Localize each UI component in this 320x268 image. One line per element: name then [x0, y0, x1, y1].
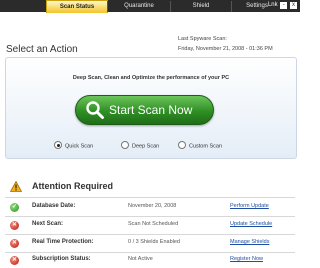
last-scan-info: Last Spyware Scan: Friday, November 21, …	[178, 34, 273, 54]
status-row-subscription: ✕ Subscription Status: Not Active Regist…	[0, 254, 300, 268]
main-tab-bar: Scan Status Quarantine Shield Settings L…	[0, 0, 300, 13]
deep-scan-radio[interactable]: Deep Scan	[121, 141, 160, 151]
last-scan-value: Friday, November 21, 2008 - 01:36 PM	[178, 46, 273, 52]
red-x-icon: ✕	[10, 221, 19, 230]
perform-update-link[interactable]: Perform Update	[230, 203, 269, 209]
register-now-link[interactable]: Register Now	[230, 256, 263, 262]
update-schedule-link[interactable]: Update Schedule	[230, 221, 272, 227]
red-x-icon: ✕	[10, 239, 19, 248]
status-value: 0 / 3 Shields Enabled	[128, 239, 180, 245]
status-row-database: ✓ Database Date: November 20, 2008 Perfo…	[0, 201, 300, 215]
manage-shields-link[interactable]: Manage Shields	[230, 239, 269, 245]
select-action-title: Select an Action	[6, 44, 78, 55]
quick-scan-radio[interactable]: Quick Scan	[54, 141, 94, 151]
action-panel: Deep Scan, Clean and Optimize the perfor…	[5, 57, 297, 159]
status-label: Subscription Status:	[32, 256, 91, 262]
status-value: November 20, 2008	[128, 203, 177, 209]
start-scan-label: Start Scan Now	[109, 103, 193, 117]
tab-scan-status[interactable]: Scan Status	[46, 0, 108, 13]
status-value: Not Active	[128, 256, 153, 262]
tab-shield[interactable]: Shield	[170, 1, 231, 12]
divider	[5, 252, 295, 253]
radio-unselected-icon	[178, 141, 186, 149]
radio-unselected-icon	[121, 141, 129, 149]
divider	[5, 197, 295, 198]
red-x-icon: ✕	[10, 256, 19, 265]
warning-triangle-icon	[10, 181, 22, 192]
deep-scan-label: Deep Scan	[132, 143, 160, 150]
custom-scan-radio[interactable]: Custom Scan	[178, 141, 223, 151]
last-scan-label: Last Spyware Scan:	[178, 36, 227, 42]
attention-required-title: Attention Required	[32, 181, 113, 191]
start-scan-button[interactable]: Start Scan Now	[75, 95, 214, 125]
minimize-icon[interactable]: -	[280, 2, 288, 9]
action-description: Deep Scan, Clean and Optimize the perfor…	[72, 75, 230, 81]
custom-scan-label: Custom Scan	[189, 143, 223, 150]
status-row-next-scan: ✕ Next Scan: Scan Not Scheduled Update S…	[0, 219, 300, 233]
close-icon[interactable]: x	[290, 2, 297, 9]
divider	[5, 234, 295, 235]
radio-selected-icon	[54, 141, 62, 149]
magnifier-icon	[86, 101, 104, 119]
window-controls: Lnk - x	[268, 2, 297, 11]
status-row-real-time-protection: ✕ Real Time Protection: 0 / 3 Shields En…	[0, 237, 300, 251]
status-value: Scan Not Scheduled	[128, 221, 179, 227]
status-label: Database Date:	[32, 203, 76, 209]
status-label: Next Scan:	[32, 221, 64, 227]
green-check-icon: ✓	[10, 203, 19, 212]
status-label: Real Time Protection:	[32, 239, 94, 245]
divider	[5, 216, 295, 217]
quick-scan-label: Quick Scan	[65, 143, 94, 150]
tab-quarantine[interactable]: Quarantine	[107, 1, 170, 12]
link-label[interactable]: Lnk	[268, 2, 278, 8]
